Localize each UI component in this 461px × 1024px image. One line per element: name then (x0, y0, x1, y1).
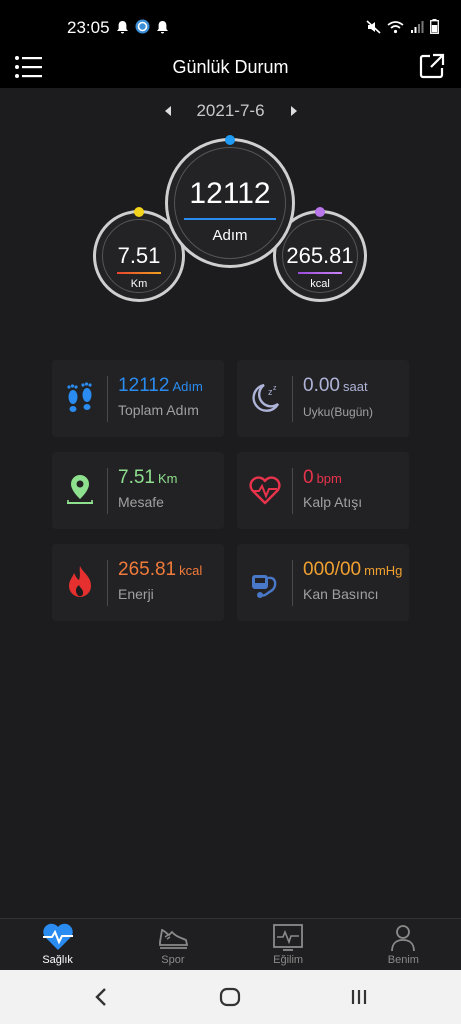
tab-health-label: Sağlık (42, 954, 73, 966)
energy-card-value: 265.81 kcal (118, 559, 202, 581)
svg-text:z: z (273, 385, 277, 392)
person-icon (391, 925, 416, 952)
distance-label: Mesafe (118, 494, 164, 510)
mute-icon (366, 19, 381, 34)
card-separator (292, 560, 293, 606)
calories-ring-unit: kcal (310, 278, 330, 290)
energy-unit: kcal (179, 563, 203, 578)
steps-card[interactable]: 12112 Adım Toplam Adım (52, 360, 224, 437)
sleep-card-value: 0.00 saat (303, 375, 368, 397)
home-icon[interactable] (219, 987, 241, 1007)
heart-pulse-icon (42, 923, 73, 950)
tab-health[interactable]: Sağlık (0, 919, 115, 970)
heart-rate-unit: bpm (316, 471, 342, 486)
blood-pressure-card[interactable]: 000/00 mmHg Kan Basıncı (237, 544, 409, 621)
steps-value: 12112 (118, 375, 170, 396)
app-header: Günlük Durum (0, 44, 461, 88)
flame-icon (69, 566, 91, 597)
trend-monitor-icon (273, 924, 304, 951)
heart-rate-icon (249, 476, 281, 505)
distance-unit: Km (157, 471, 178, 486)
card-separator (292, 376, 293, 422)
tab-profile-label: Benim (387, 954, 419, 966)
battery-icon (430, 19, 439, 34)
ring-divider (298, 272, 342, 274)
card-separator (107, 468, 108, 514)
tab-sport[interactable]: Spor (115, 919, 230, 970)
ring-indicator-dot (315, 207, 325, 217)
ring-divider (117, 272, 161, 274)
steps-ring-value: 12112 (189, 177, 271, 210)
energy-value: 265.81 (118, 559, 177, 580)
tab-sport-label: Spor (161, 954, 185, 966)
tab-trend-label: Eğilim (273, 954, 304, 966)
system-status-icons (366, 19, 439, 34)
ring-indicator-dot (134, 207, 144, 217)
bell-icon (117, 20, 128, 33)
distance-ring-value: 7.51 (117, 243, 161, 268)
share-export-icon[interactable] (419, 53, 445, 79)
heart-rate-label: Kalp Atışı (303, 494, 363, 510)
tab-profile[interactable]: Benim (346, 919, 461, 970)
card-separator (107, 560, 108, 606)
notification-icons (116, 19, 169, 34)
blood-pressure-card-value: 000/00 mmHg (303, 559, 402, 581)
distance-card-value: 7.51 Km (118, 467, 177, 489)
recent-apps-icon[interactable] (349, 988, 369, 1006)
steps-ring-unit: Adım (212, 227, 248, 244)
sleep-value: 0.00 (303, 375, 340, 396)
steps-unit: Adım (172, 379, 203, 394)
blood-pressure-value: 000/00 (303, 559, 362, 580)
energy-label: Enerji (118, 586, 154, 602)
date-navigator: 2021-7-6 (0, 100, 461, 124)
footprints-icon (67, 382, 92, 412)
bell-icon (157, 20, 168, 33)
steps-ring[interactable]: 12112 Adım (165, 135, 295, 268)
sneaker-icon (158, 928, 188, 949)
heart-rate-card-value: 0 bpm (303, 467, 342, 489)
app-notification-icon (135, 19, 150, 34)
page-title: Günlük Durum (172, 57, 289, 77)
blood-pressure-label: Kan Basıncı (303, 586, 379, 602)
wifi-icon (387, 20, 404, 33)
chevron-right-icon[interactable] (287, 103, 301, 119)
calories-ring-value: 265.81 (286, 243, 354, 268)
energy-card[interactable]: 265.81 kcal Enerji (52, 544, 224, 621)
tab-trend[interactable]: Eğilim (231, 919, 346, 970)
location-pin-icon (67, 475, 93, 504)
main-content: 2021-7-6 7.51 Km 265.81 kcal 12112 Adım (0, 88, 461, 918)
system-navigation-bar (0, 970, 461, 1024)
heart-rate-value: 0 (303, 467, 314, 488)
sleep-card[interactable]: z z 0.00 saat Uyku(Bugün) (237, 360, 409, 437)
card-separator (107, 376, 108, 422)
status-bar: 23:05 (0, 0, 461, 44)
back-icon[interactable] (92, 986, 112, 1008)
card-separator (292, 468, 293, 514)
bottom-tab-bar: Sağlık Spor Eğilim Benim (0, 918, 461, 970)
ring-indicator-dot (225, 135, 235, 145)
signal-icon (411, 20, 424, 33)
moon-sleep-icon: z z (252, 383, 280, 412)
heart-rate-card[interactable]: 0 bpm Kalp Atışı (237, 452, 409, 529)
distance-value: 7.51 (118, 467, 155, 488)
current-date[interactable]: 2021-7-6 (0, 101, 461, 121)
status-time: 23:05 (67, 18, 110, 37)
distance-card[interactable]: 7.51 Km Mesafe (52, 452, 224, 529)
distance-ring-unit: Km (130, 278, 148, 290)
steps-label: Toplam Adım (118, 402, 199, 418)
sleep-unit: saat (342, 379, 368, 394)
steps-card-value: 12112 Adım (118, 375, 203, 397)
blood-pressure-unit: mmHg (364, 563, 403, 578)
ring-divider (184, 218, 276, 220)
blood-pressure-icon (252, 575, 277, 598)
sleep-label: Uyku(Bugün) (303, 405, 374, 419)
